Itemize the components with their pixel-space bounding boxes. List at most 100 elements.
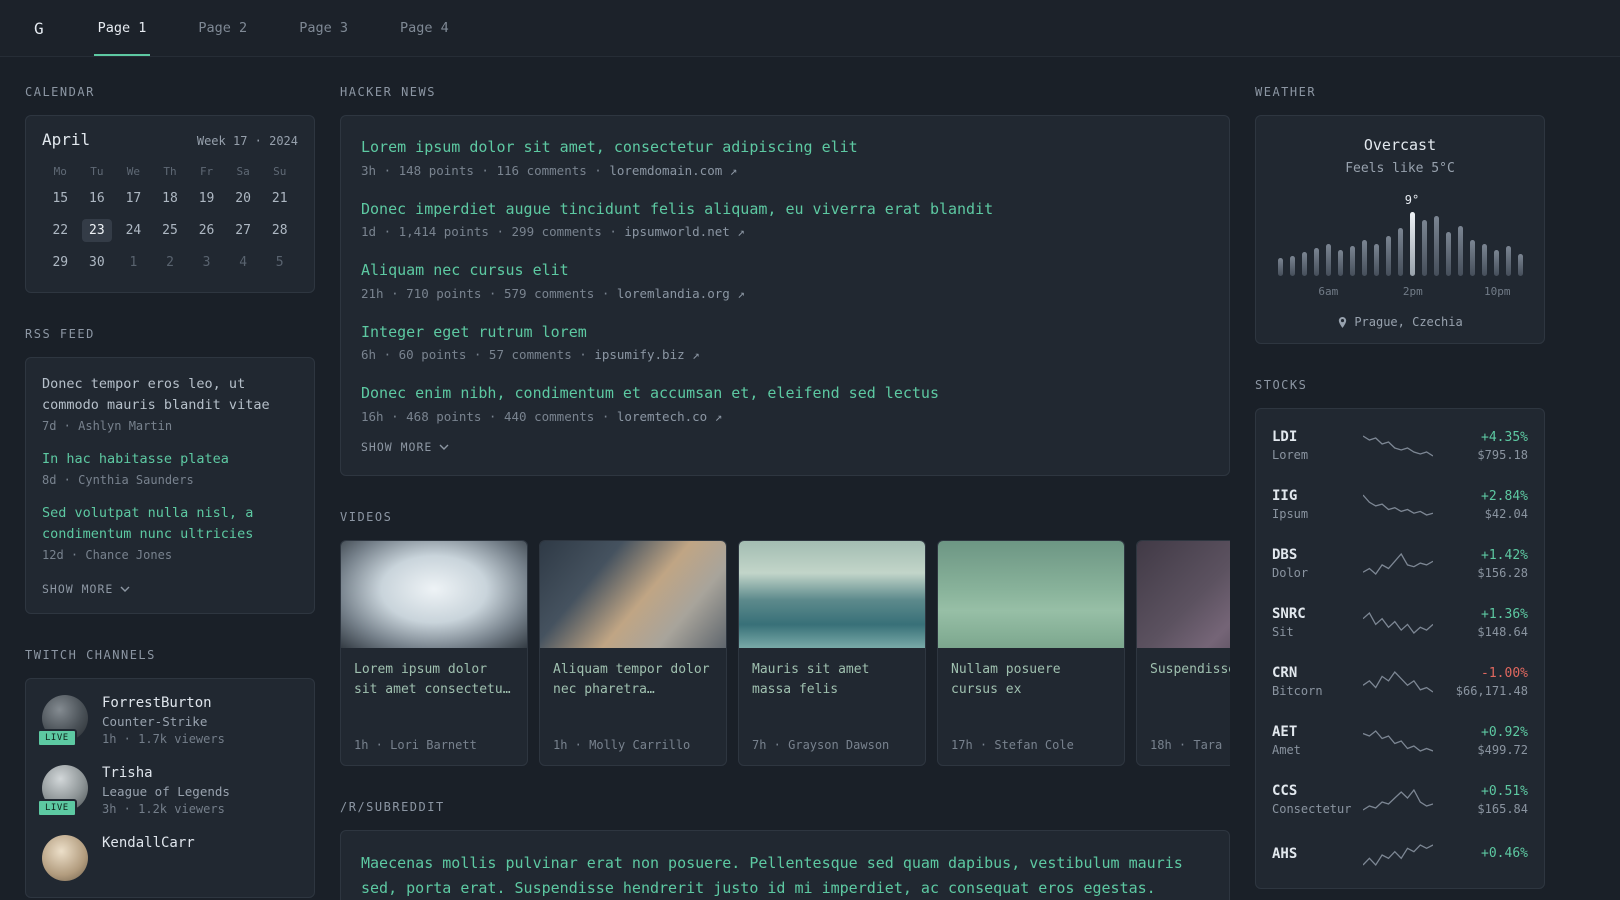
stock-ticker: CRN (1272, 665, 1298, 681)
video-title: Lorem ipsum dolor sit amet consectetu… (354, 661, 511, 698)
stock-row[interactable]: DBS Dolor +1.42% $156.28 (1272, 534, 1528, 593)
hn-item-link[interactable]: Donec imperdiet augue tincidunt felis al… (361, 198, 1209, 221)
calendar-day: 16 (89, 191, 105, 206)
calendar-day: 18 (162, 191, 178, 206)
twitch-channel-meta: 1h · 1.7k viewers (102, 731, 225, 746)
video-card[interactable]: Suspendisse diam 18h · Tara (1136, 539, 1230, 766)
chevron-down-icon (120, 586, 130, 592)
hn-item-domain-link[interactable]: loremtech.co (617, 409, 707, 424)
twitch-channel-row[interactable]: LIVE Trisha League of Legends 3h · 1.2k … (37, 764, 298, 817)
tab-page-4[interactable]: Page 4 (386, 0, 463, 56)
hn-item-link[interactable]: Lorem ipsum dolor sit amet, consectetur … (361, 136, 1209, 159)
stock-row[interactable]: AET Amet +0.92% $499.72 (1272, 711, 1528, 770)
stock-ticker: SNRC (1272, 606, 1306, 622)
stock-row[interactable]: AHS +0.46% (1272, 829, 1528, 881)
hn-item-stats: 3h · 148 points · 116 comments · (361, 162, 602, 178)
video-card[interactable]: Aliquam tempor dolor nec pharetra… 1h · … (539, 539, 727, 766)
tab-page-2[interactable]: Page 2 (184, 0, 261, 56)
stock-id: DBS Dolor (1272, 547, 1360, 580)
stock-row[interactable]: CRN Bitcorn -1.00% $66,171.48 (1272, 652, 1528, 711)
stock-row[interactable]: SNRC Sit +1.36% $148.64 (1272, 593, 1528, 652)
calendar-day-next-month: 3 (202, 255, 211, 270)
hn-item-stats: 1d · 1,414 points · 299 comments · (361, 224, 617, 239)
calendar-day: 19 (198, 191, 215, 206)
hackernews-card: Lorem ipsum dolor sit amet, consectetur … (340, 115, 1230, 476)
hn-item-meta: 3h · 148 points · 116 comments · loremdo… (361, 163, 1209, 178)
hn-item-link[interactable]: Donec enim nibh, condimentum et accumsan… (361, 382, 1209, 405)
weather-chart: 9° 6am 2pm 10pm (1272, 193, 1528, 300)
twitch-channel-row[interactable]: KendallCarr (42, 834, 298, 881)
tab-page-1[interactable]: Page 1 (84, 0, 161, 56)
stock-chart-wrap (1360, 433, 1436, 459)
hn-item-meta: 6h · 60 points · 57 comments · ipsumify.… (361, 347, 1209, 362)
stock-values: +0.51% $165.84 (1436, 784, 1528, 816)
calendar-week-year: Week 17 · 2024 (196, 134, 298, 148)
rss-item-link[interactable]: Sed volutpat nulla nisl, a condimentum n… (42, 503, 298, 545)
hn-item-domain-link[interactable]: ipsumify.biz (594, 347, 684, 362)
stock-id: LDI Lorem (1272, 429, 1360, 462)
stock-id: CCS Consectetur (1272, 783, 1360, 816)
hn-item-domain-link[interactable]: loremdomain.com (609, 163, 722, 178)
stock-row[interactable]: LDI Lorem +4.35% $795.18 (1272, 416, 1528, 475)
hn-item: Lorem ipsum dolor sit amet, consectetur … (361, 136, 1209, 178)
video-title: Aliquam tempor dolor nec pharetra… (553, 661, 710, 698)
tab-page-3[interactable]: Page 3 (285, 0, 362, 56)
stock-row[interactable]: CCS Consectetur +0.51% $165.84 (1272, 770, 1528, 829)
hackernews-show-more-button[interactable]: SHOW MORE (361, 440, 449, 454)
subreddit-post: Maecenas mollis pulvinar erat non posuer… (361, 851, 1209, 900)
calendar-day: 29 (52, 255, 69, 270)
video-body: Lorem ipsum dolor sit amet consectetu… 1… (341, 648, 527, 765)
twitch-widget: TWITCH CHANNELS LIVE ForrestBurton Count… (25, 648, 315, 898)
video-meta: 17h · Stefan Cole (951, 737, 1074, 752)
hn-item-domain-link[interactable]: ipsumworld.net (624, 224, 729, 239)
external-link-icon: ↗ (729, 162, 738, 178)
rss-item-link[interactable]: In hac habitasse platea (42, 449, 298, 470)
twitch-channel-info: Trisha League of Legends 3h · 1.2k viewe… (102, 765, 230, 816)
stock-sparkline (1363, 552, 1433, 575)
video-card[interactable]: Lorem ipsum dolor sit amet consectetu… 1… (340, 539, 528, 766)
hn-item-link[interactable]: Aliquam nec cursus elit (361, 259, 1209, 282)
rss-item-link[interactable]: Donec tempor eros leo, ut commodo mauris… (42, 374, 298, 416)
weather-widget-title: WEATHER (1255, 85, 1317, 99)
stock-name: Lorem (1272, 448, 1309, 462)
stock-row[interactable]: IIG Ipsum +2.84% $42.04 (1272, 475, 1528, 534)
stock-values: +1.42% $156.28 (1436, 548, 1528, 580)
twitch-channel-name: KendallCarr (102, 834, 195, 851)
stock-name: Ipsum (1272, 507, 1309, 521)
calendar-day-selected: 23 (81, 219, 112, 242)
stock-name: Dolor (1272, 566, 1309, 580)
twitch-channel-category: Counter-Strike (102, 713, 208, 729)
left-column: CALENDAR April Week 17 · 2024 Mo Tu We T… (25, 85, 315, 900)
twitch-channel-info: ForrestBurton Counter-Strike 1h · 1.7k v… (102, 695, 225, 746)
app-logo: G (34, 18, 44, 38)
video-card[interactable]: Nullam posuere cursus ex 17h · Stefan Co… (937, 539, 1125, 766)
weather-hour-labels: 6am 2pm 10pm (1272, 285, 1528, 300)
stock-sparkline (1363, 844, 1433, 867)
hn-item-meta: 1d · 1,414 points · 299 comments · ipsum… (361, 224, 1209, 239)
middle-column: HACKER NEWS Lorem ipsum dolor sit amet, … (340, 85, 1230, 900)
chevron-down-icon (439, 444, 449, 450)
calendar-day-next-month: 5 (275, 255, 284, 270)
hn-item-link[interactable]: Integer eget rutrum lorem (361, 321, 1209, 344)
external-link-icon: ↗ (714, 408, 723, 424)
subreddit-post-link[interactable]: Maecenas mollis pulvinar erat non posuer… (361, 851, 1209, 900)
videos-widget-title: VIDEOS (340, 509, 393, 524)
rss-show-more-button[interactable]: SHOW MORE (42, 582, 130, 596)
video-meta: 1h · Lori Barnett (354, 737, 477, 752)
calendar-day: 30 (89, 255, 105, 270)
weekday-label: Mo (53, 165, 67, 178)
weather-widget: WEATHER Overcast Feels like 5°C 9° 6am 2… (1255, 85, 1545, 344)
hn-item-domain-link[interactable]: loremlandia.org (617, 286, 730, 301)
stock-ticker: CCS (1272, 783, 1298, 799)
weather-location-label: Prague, Czechia (1354, 315, 1463, 329)
rss-widget-title: RSS FEED (25, 327, 95, 341)
stock-sparkline (1363, 788, 1433, 811)
page-tabs: Page 1 Page 2 Page 3 Page 4 (84, 0, 487, 56)
avatar-wrap: LIVE (37, 764, 88, 817)
twitch-channel-row[interactable]: LIVE ForrestBurton Counter-Strike 1h · 1… (37, 694, 298, 747)
twitch-channel-name: Trisha (102, 764, 153, 781)
stock-change: +4.35% (1481, 429, 1528, 445)
video-card[interactable]: Mauris sit amet massa felis 7h · Grayson… (738, 539, 926, 766)
stock-price: $148.64 (1477, 624, 1528, 639)
stock-chart-wrap (1360, 842, 1436, 868)
